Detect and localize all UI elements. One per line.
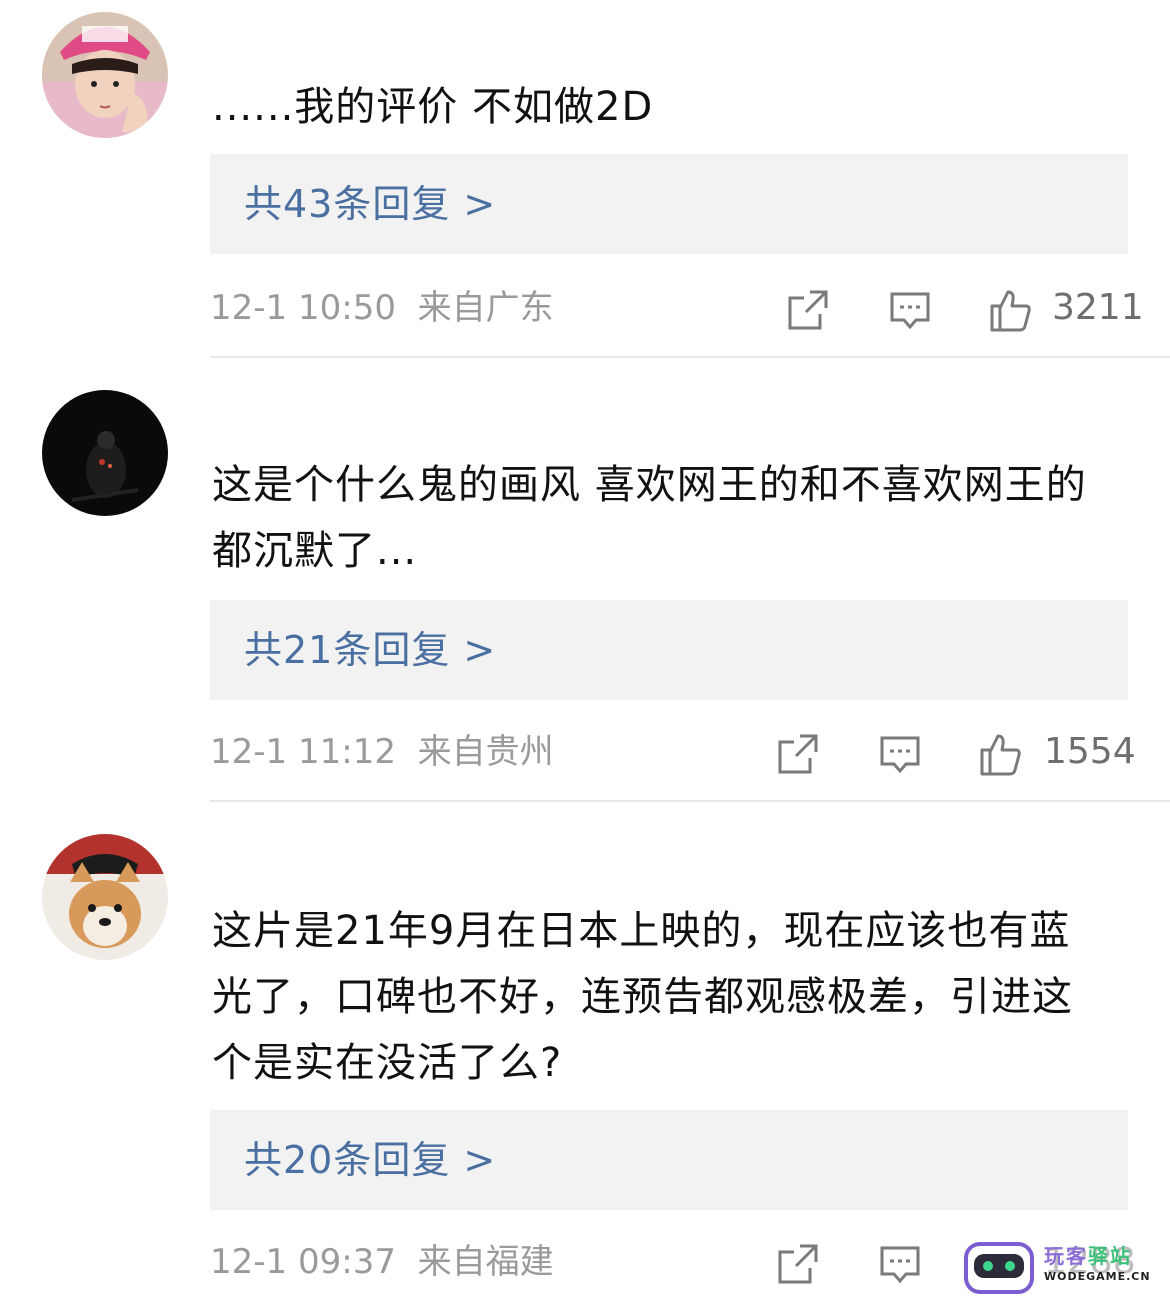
divider xyxy=(210,356,1170,358)
like-count: 1554 xyxy=(1044,731,1136,772)
comment-meta: 12-1 11:12 来自贵州 1554 xyxy=(210,724,1136,784)
view-replies-button[interactable]: 共20条回复 > xyxy=(210,1110,1128,1210)
comment-icon xyxy=(890,292,930,330)
like-button[interactable] xyxy=(988,288,1032,332)
comment-icon xyxy=(880,736,920,774)
comment-timestamp: 12-1 11:12 来自贵州 xyxy=(210,732,554,772)
user-avatar[interactable] xyxy=(42,12,168,138)
comment-timestamp: 12-1 09:37 来自福建 xyxy=(210,1242,554,1282)
share-icon xyxy=(778,734,818,774)
comment-button[interactable] xyxy=(878,732,922,776)
replies-label: 共21条回复 > xyxy=(244,628,497,672)
like-count: 3211 xyxy=(1052,287,1144,328)
like-button[interactable] xyxy=(978,732,1022,776)
comment-timestamp: 12-1 10:50 来自广东 xyxy=(210,288,554,328)
comment-button[interactable] xyxy=(878,1242,922,1286)
thumbs-up-icon xyxy=(990,290,1031,332)
watermark-title: 玩客驿站 xyxy=(1044,1244,1132,1268)
dark-figure-avatar-icon xyxy=(42,390,168,516)
replies-label: 共20条回复 > xyxy=(244,1138,497,1182)
share-button[interactable] xyxy=(776,1242,820,1286)
view-replies-button[interactable]: 共21条回复 > xyxy=(210,600,1128,700)
thumbs-up-icon xyxy=(980,734,1021,776)
share-icon xyxy=(778,1244,818,1284)
user-avatar[interactable] xyxy=(42,390,168,516)
user-avatar[interactable] xyxy=(42,834,168,960)
comment-button[interactable] xyxy=(888,288,932,332)
comment-text: ......我的评价 不如做2D xyxy=(212,84,654,130)
view-replies-button[interactable]: 共43条回复 > xyxy=(210,154,1128,254)
share-button[interactable] xyxy=(786,288,830,332)
site-watermark: 玩客驿站 WODEGAME.CN xyxy=(964,1238,1164,1296)
share-icon xyxy=(788,290,828,330)
robot-logo-icon xyxy=(964,1242,1034,1294)
comment-meta: 12-1 10:50 来自广东 3211 xyxy=(210,280,1144,340)
comment-icon xyxy=(880,1246,920,1284)
share-button[interactable] xyxy=(776,732,820,776)
comment-text: 这片是21年9月在日本上映的，现在应该也有蓝光了，口碑也不好，连预告都观感极差，… xyxy=(212,908,1073,1086)
replies-label: 共43条回复 > xyxy=(244,182,497,226)
watermark-subtitle: WODEGAME.CN xyxy=(1044,1270,1151,1283)
shiba-dog-avatar-icon xyxy=(42,834,168,960)
divider xyxy=(210,800,1170,802)
girl-pink-cap-avatar-icon xyxy=(42,12,168,138)
comment-text: 这是个什么鬼的画风 喜欢网王的和不喜欢网王的都沉默了... xyxy=(212,462,1087,574)
